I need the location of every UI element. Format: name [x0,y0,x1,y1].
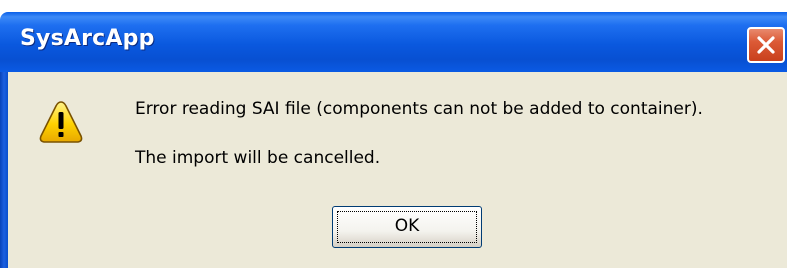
close-icon [757,36,775,54]
ok-button-label: OK [394,216,420,236]
dialog-body: Error reading SAI file (components can n… [8,72,787,268]
message-dialog: SysArcApp Error reading SAI file (compon… [0,0,787,268]
error-message: Error reading SAI file (components can n… [135,99,703,119]
ok-button[interactable]: OK [332,206,482,248]
title-bar[interactable]: SysArcApp [0,12,787,72]
warning-icon [39,101,83,143]
close-button[interactable] [747,27,785,63]
dialog-title: SysArcApp [20,26,155,51]
cancel-notice: The import will be cancelled. [135,148,381,168]
window-frame-left [0,72,8,268]
